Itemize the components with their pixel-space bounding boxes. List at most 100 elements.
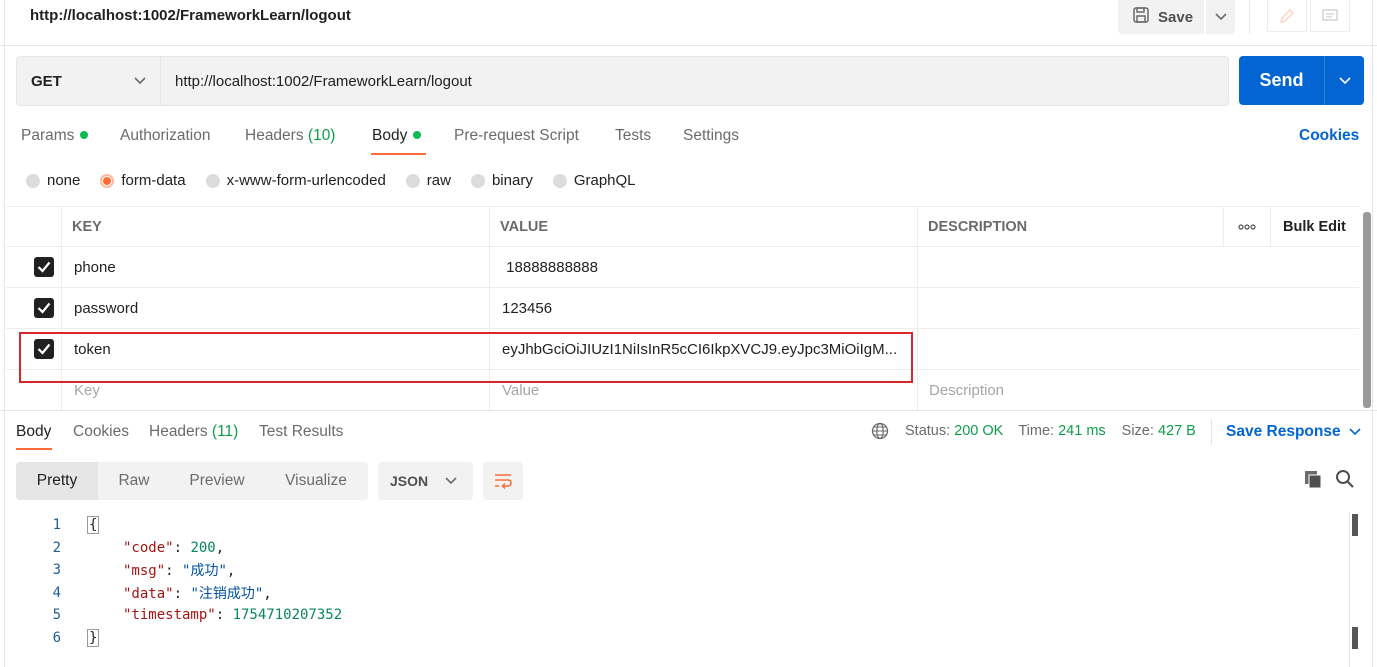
active-tab-underline: [371, 153, 426, 155]
view-visualize-button[interactable]: Visualize: [264, 462, 368, 500]
row-key-cell[interactable]: phone: [74, 247, 116, 287]
line-number: 5: [52, 607, 61, 623]
radio-circle: [470, 173, 485, 188]
response-divider: [0, 410, 1377, 411]
column-divider: [917, 206, 918, 411]
tab-headers-label: Headers: [245, 127, 304, 144]
size-value[interactable]: 427 B: [1158, 423, 1196, 439]
view-pretty-button[interactable]: Pretty: [16, 462, 98, 500]
response-tab-headers[interactable]: Headers (11): [149, 423, 238, 441]
method-select[interactable]: GET: [16, 56, 161, 106]
radio-graphql[interactable]: GraphQL: [552, 172, 636, 189]
header-divider: [1249, 0, 1250, 34]
row-value-cell[interactable]: 18888888888: [502, 247, 598, 287]
radio-none[interactable]: none: [26, 172, 80, 189]
code-line: 3 "msg": "成功",: [16, 559, 236, 581]
radio-raw-label: raw: [426, 172, 451, 189]
response-tab-cookies[interactable]: Cookies: [73, 423, 129, 441]
status-divider: [1211, 419, 1212, 445]
row-checkbox[interactable]: [34, 288, 54, 328]
send-options-chevron-down-icon[interactable]: [1325, 76, 1364, 85]
radio-graphql-label: GraphQL: [573, 172, 636, 189]
code-scrollbar-marker[interactable]: [1352, 627, 1358, 649]
tab-params[interactable]: Params: [21, 127, 89, 145]
json-value: "注销成功": [190, 586, 264, 602]
json-key: "msg": [123, 563, 166, 579]
response-format-select[interactable]: JSON: [378, 462, 473, 500]
response-active-tab-underline: [16, 448, 52, 450]
time-label: Time:: [1018, 423, 1055, 439]
format-label: JSON: [390, 473, 429, 489]
radio-urlencoded[interactable]: x-www-form-urlencoded: [205, 172, 386, 189]
bulk-edit-button[interactable]: Bulk Edit: [1283, 207, 1346, 246]
time-value[interactable]: 241 ms: [1058, 423, 1106, 439]
wrap-lines-icon[interactable]: [483, 462, 523, 500]
copy-icon[interactable]: [1303, 469, 1323, 493]
response-status-bar: Status: 200 OK Time: 241 ms Size: 427 B: [871, 422, 1196, 440]
code-line: 4 "data": "注销成功",: [16, 582, 272, 604]
response-tab-body[interactable]: Body: [16, 423, 51, 441]
view-preview-button[interactable]: Preview: [170, 462, 264, 500]
column-divider: [1223, 206, 1224, 247]
json-key: "code": [123, 540, 174, 556]
save-label: Save: [1158, 8, 1194, 26]
more-options-icon[interactable]: [1224, 207, 1270, 246]
method-label: GET: [31, 72, 62, 90]
json-key: "timestamp": [123, 607, 216, 623]
url-input[interactable]: http://localhost:1002/FrameworkLearn/log…: [160, 56, 1229, 106]
row-key-cell[interactable]: password: [74, 288, 138, 328]
table-scrollbar[interactable]: [1363, 212, 1371, 408]
comments-icon[interactable]: [1310, 0, 1350, 32]
search-icon[interactable]: [1335, 469, 1355, 493]
tab-settings[interactable]: Settings: [683, 127, 739, 145]
save-options-chevron-down-icon[interactable]: [1206, 0, 1235, 34]
tab-headers[interactable]: Headers (10): [245, 127, 335, 145]
json-key: "data": [123, 586, 174, 602]
tab-authorization[interactable]: Authorization: [120, 127, 210, 145]
radio-circle: [26, 173, 40, 188]
line-number: 6: [52, 630, 61, 646]
save-response-button[interactable]: Save Response: [1226, 423, 1361, 441]
status-label: Status:: [905, 423, 951, 439]
cookies-link[interactable]: Cookies: [1299, 127, 1359, 145]
globe-icon[interactable]: [871, 422, 889, 440]
radio-binary[interactable]: binary: [470, 172, 533, 189]
headers-count: (10): [307, 127, 336, 144]
row-checkbox[interactable]: [34, 247, 54, 287]
left-edge-divider: [4, 0, 5, 667]
status-value[interactable]: 200 OK: [954, 423, 1003, 439]
tab-body[interactable]: Body: [372, 127, 422, 145]
send-label: Send: [1259, 70, 1304, 90]
save-button[interactable]: Save: [1118, 0, 1204, 34]
send-button[interactable]: Send: [1239, 56, 1364, 105]
right-edge-divider: [1372, 0, 1373, 667]
token-row-highlight-box: [19, 332, 913, 383]
json-value: "成功": [182, 563, 227, 579]
column-header-value: VALUE: [500, 218, 549, 235]
new-description-input[interactable]: Description: [929, 370, 1004, 411]
column-header-description: DESCRIPTION: [928, 218, 1028, 235]
checkbox-checked-icon: [34, 257, 54, 277]
view-raw-button[interactable]: Raw: [98, 462, 170, 500]
radio-raw[interactable]: raw: [405, 172, 451, 189]
radio-form-data[interactable]: form-data: [100, 172, 186, 189]
column-header-key: KEY: [72, 218, 102, 235]
code-scrollbar-marker[interactable]: [1352, 514, 1358, 536]
response-view-mode-group: Pretty Raw Preview Visualize: [16, 462, 368, 500]
row-value-cell[interactable]: 123456: [502, 288, 552, 328]
tab-prerequest-script[interactable]: Pre-request Script: [454, 127, 579, 145]
response-tab-test-results[interactable]: Test Results: [259, 423, 343, 441]
radio-form-data-label: form-data: [121, 172, 186, 189]
tab-tests[interactable]: Tests: [615, 127, 651, 145]
line-number: 1: [52, 517, 61, 533]
json-value: 1754710207352: [232, 607, 343, 623]
response-headers-count: (11): [211, 423, 239, 440]
radio-none-label: none: [47, 172, 81, 189]
edit-pencil-icon[interactable]: [1267, 0, 1307, 32]
code-line: 2 "code": 200,: [16, 537, 225, 559]
line-number: 3: [52, 562, 61, 578]
open-brace: {: [87, 516, 100, 534]
radio-binary-label: binary: [491, 172, 533, 189]
code-line: 6 }: [16, 627, 100, 649]
request-title[interactable]: http://localhost:1002/FrameworkLearn/log…: [30, 7, 351, 24]
